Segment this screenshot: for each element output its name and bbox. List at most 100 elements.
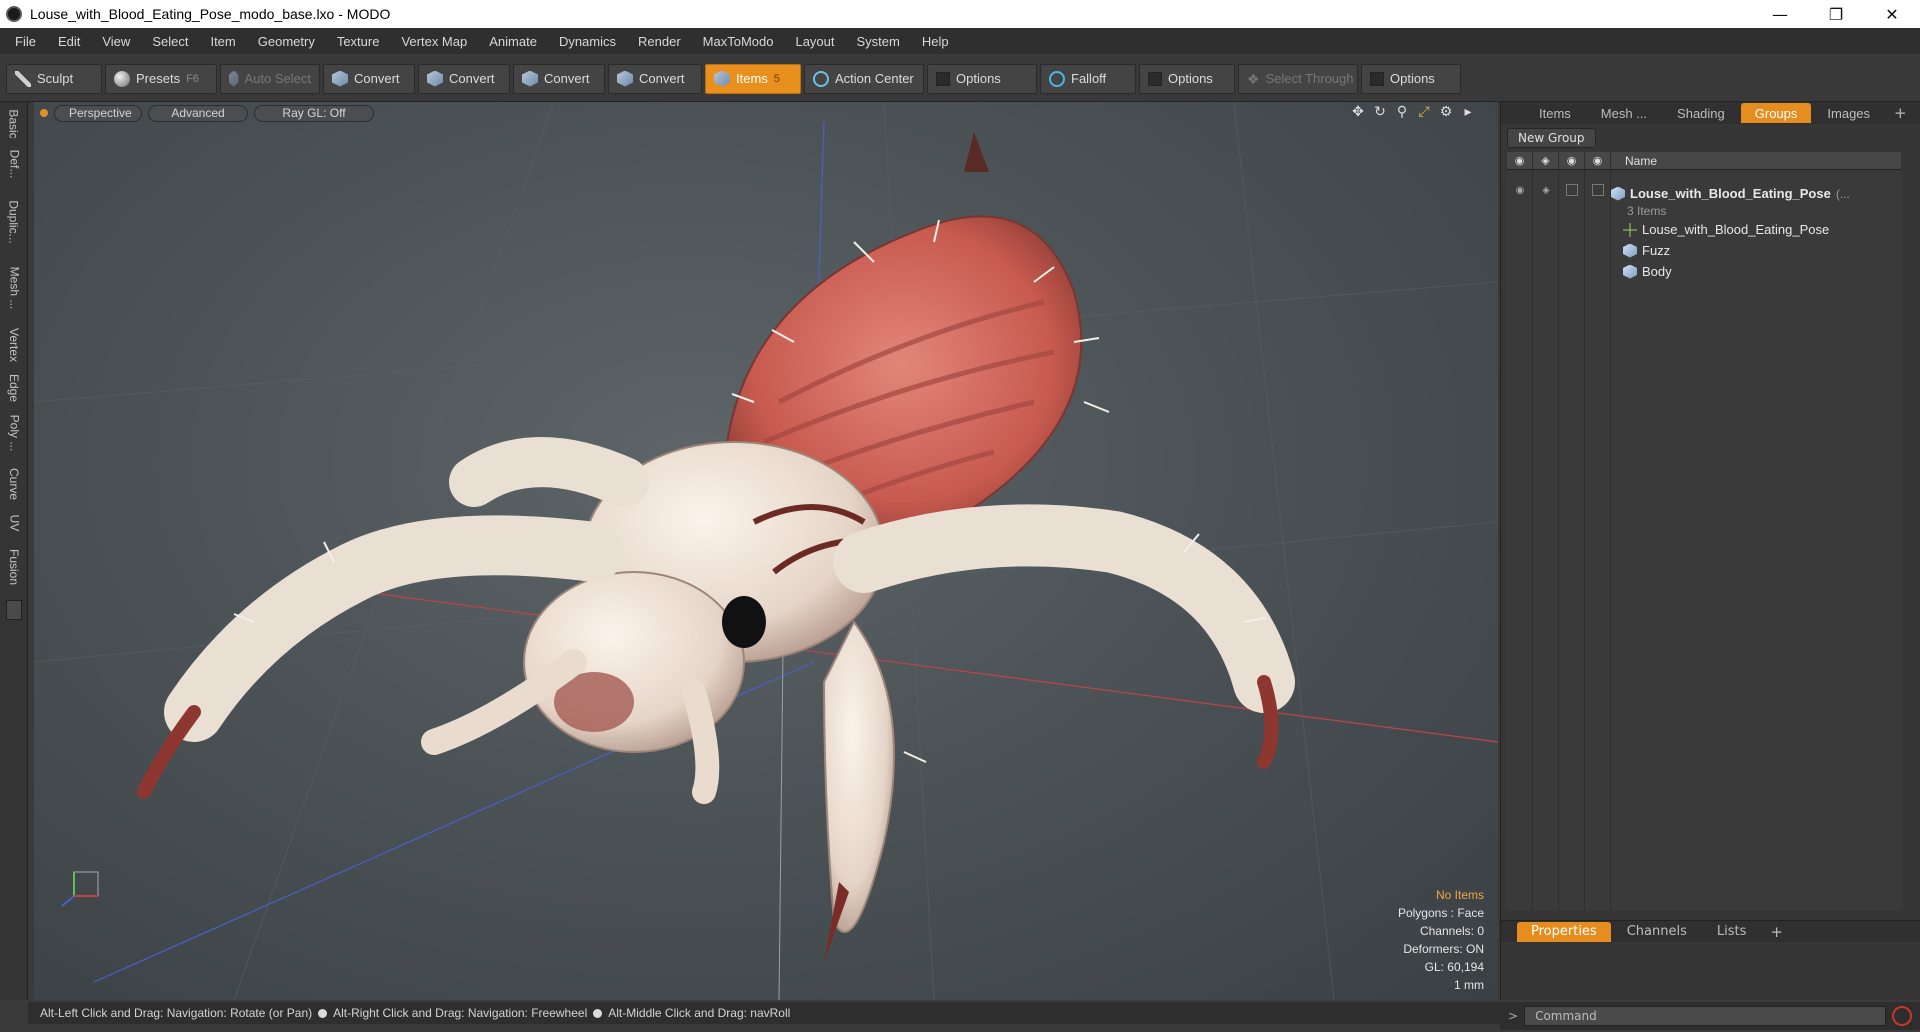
perspective-dropdown[interactable]: Perspective — [54, 104, 142, 122]
groups-list — [1507, 170, 1901, 910]
visibility-eye-icon[interactable]: ◉ — [1507, 182, 1533, 198]
list-item[interactable]: Fuzz — [1623, 243, 1670, 258]
options-button-1[interactable]: Options — [927, 63, 1037, 94]
mesh-icon — [1623, 243, 1637, 258]
command-bar: > Command — [1500, 1002, 1920, 1030]
convert-button-4[interactable]: Convert — [608, 63, 702, 94]
select-through-icon: ❖ — [1247, 70, 1260, 87]
tab-label: Mesh ... — [7, 266, 21, 310]
add-tab-icon[interactable]: + — [1886, 104, 1915, 122]
shading-dropdown[interactable]: Advanced — [148, 104, 248, 122]
tab-mesh[interactable]: Mesh ... — [0, 260, 28, 316]
menu-layout[interactable]: Layout — [784, 34, 845, 49]
action-center-icon — [813, 70, 829, 87]
action-center-button[interactable]: Action Center — [804, 63, 924, 94]
window-title: Louse_with_Blood_Eating_Pose_modo_base.l… — [30, 6, 391, 22]
options-checkbox[interactable] — [936, 71, 950, 86]
zoom-icon[interactable]: ⚲ — [1394, 104, 1410, 120]
select-checkbox[interactable] — [1585, 182, 1611, 198]
menu-view[interactable]: View — [91, 34, 141, 49]
minimize-icon[interactable]: — — [1752, 0, 1808, 28]
convert-button-2[interactable]: Convert — [418, 63, 510, 94]
viewport-menu-dot[interactable] — [40, 109, 48, 117]
list-item[interactable]: Louse_with_Blood_Eating_Pose — [1623, 222, 1829, 237]
tab-groups[interactable]: Groups — [1740, 103, 1812, 123]
render-toggle-icon[interactable]: ◈ — [1533, 182, 1559, 198]
pan-icon[interactable]: ✥ — [1350, 104, 1366, 120]
sculpt-button[interactable]: Sculpt — [6, 63, 102, 94]
tabs-expand-handle[interactable] — [6, 600, 22, 620]
tab-duplicate[interactable]: Duplic... — [0, 190, 28, 254]
add-tab-icon[interactable]: + — [1762, 923, 1791, 941]
options-checkbox[interactable] — [1148, 71, 1162, 86]
tab-edge[interactable]: Edge — [0, 370, 28, 406]
presets-button[interactable]: Presets F6 — [105, 63, 217, 94]
menu-dynamics[interactable]: Dynamics — [548, 34, 627, 49]
menu-maxtomodo[interactable]: MaxToModo — [692, 34, 785, 49]
tab-mesh[interactable]: Mesh ... — [1587, 103, 1661, 123]
list-item[interactable]: Body — [1623, 264, 1672, 279]
menu-animate[interactable]: Animate — [478, 34, 548, 49]
menu-help[interactable]: Help — [911, 34, 960, 49]
tab-vertex[interactable]: Vertex — [0, 322, 28, 368]
auto-select-button[interactable]: Auto Select — [220, 63, 320, 94]
menu-geometry[interactable]: Geometry — [247, 34, 326, 49]
command-input[interactable]: Command — [1524, 1006, 1887, 1026]
fit-icon[interactable]: ⤢ — [1416, 104, 1432, 120]
menu-render[interactable]: Render — [627, 34, 692, 49]
sculpt-label: Sculpt — [37, 71, 74, 86]
tab-uv[interactable]: UV — [0, 508, 28, 538]
tab-basic[interactable]: Basic — [0, 106, 28, 142]
options-checkbox[interactable] — [1370, 71, 1384, 86]
name-column-header[interactable]: Name — [1611, 154, 1657, 168]
select-through-button[interactable]: ❖ Select Through — [1238, 63, 1358, 94]
tab-deform[interactable]: Def... — [0, 146, 28, 182]
tab-channels[interactable]: Channels — [1613, 922, 1701, 942]
viewport-settings-icon[interactable]: ⚙ — [1438, 104, 1454, 120]
tab-properties[interactable]: Properties — [1517, 921, 1611, 942]
select-column-icon[interactable]: ◉ — [1585, 151, 1611, 170]
raygl-toggle[interactable]: Ray GL: Off — [254, 104, 374, 122]
info-deformers: Deformers: ON — [1403, 942, 1484, 956]
tab-images[interactable]: Images — [1813, 103, 1884, 123]
3d-viewport[interactable]: Perspective Advanced Ray GL: Off ✥ ↻ ⚲ ⤢… — [34, 102, 1498, 1000]
separator-dot — [593, 1008, 603, 1018]
tab-label: Def... — [7, 149, 21, 179]
lock-column-icon[interactable]: ◉ — [1559, 151, 1585, 170]
menu-vertex-map[interactable]: Vertex Map — [390, 34, 478, 49]
rotate-icon[interactable]: ↻ — [1372, 104, 1388, 120]
action-center-label: Action Center — [835, 71, 914, 86]
close-icon[interactable]: ✕ — [1864, 0, 1920, 28]
menu-edit[interactable]: Edit — [47, 34, 91, 49]
menu-texture[interactable]: Texture — [326, 34, 391, 49]
falloff-button[interactable]: Falloff — [1040, 63, 1136, 94]
tab-lists[interactable]: Lists — [1703, 922, 1761, 942]
lock-checkbox[interactable] — [1559, 182, 1585, 198]
options-button-2[interactable]: Options — [1139, 63, 1235, 94]
info-unit: 1 mm — [1454, 978, 1484, 992]
restore-icon[interactable]: ❐ — [1808, 0, 1864, 28]
tab-shading[interactable]: Shading — [1663, 103, 1739, 123]
menu-system[interactable]: System — [846, 34, 911, 49]
new-group-button[interactable]: New Group — [1507, 128, 1596, 148]
render-column-icon[interactable]: ◈ — [1533, 151, 1559, 170]
stop-icon[interactable] — [1892, 1006, 1913, 1026]
convert-button-1[interactable]: Convert — [323, 63, 415, 94]
tab-polygon[interactable]: Poly ... — [0, 408, 28, 458]
viewport-info-overlay: No Items Polygons : Face Channels: 0 Def… — [1398, 886, 1484, 994]
tab-items[interactable]: Items — [1525, 103, 1585, 123]
menu-item[interactable]: Item — [199, 34, 246, 49]
expand-arrow-icon[interactable]: ▸ — [1460, 104, 1476, 120]
options-button-3[interactable]: Options — [1361, 63, 1461, 94]
group-row[interactable]: Louse_with_Blood_Eating_Pose (... — [1611, 186, 1850, 201]
convert-button-3[interactable]: Convert — [513, 63, 605, 94]
panel-tabs: Items Mesh ... Shading Groups Images + — [1501, 102, 1920, 124]
convert-label: Convert — [544, 71, 590, 86]
items-mode-button[interactable]: Items 5 — [705, 63, 801, 94]
visibility-column-icon[interactable]: ◉ — [1507, 151, 1533, 170]
menu-select[interactable]: Select — [141, 34, 199, 49]
tab-curve[interactable]: Curve — [0, 462, 28, 506]
menu-file[interactable]: File — [4, 34, 47, 49]
tab-fusion[interactable]: Fusion — [0, 542, 28, 592]
properties-tabs: Properties Channels Lists + — [1501, 920, 1920, 942]
